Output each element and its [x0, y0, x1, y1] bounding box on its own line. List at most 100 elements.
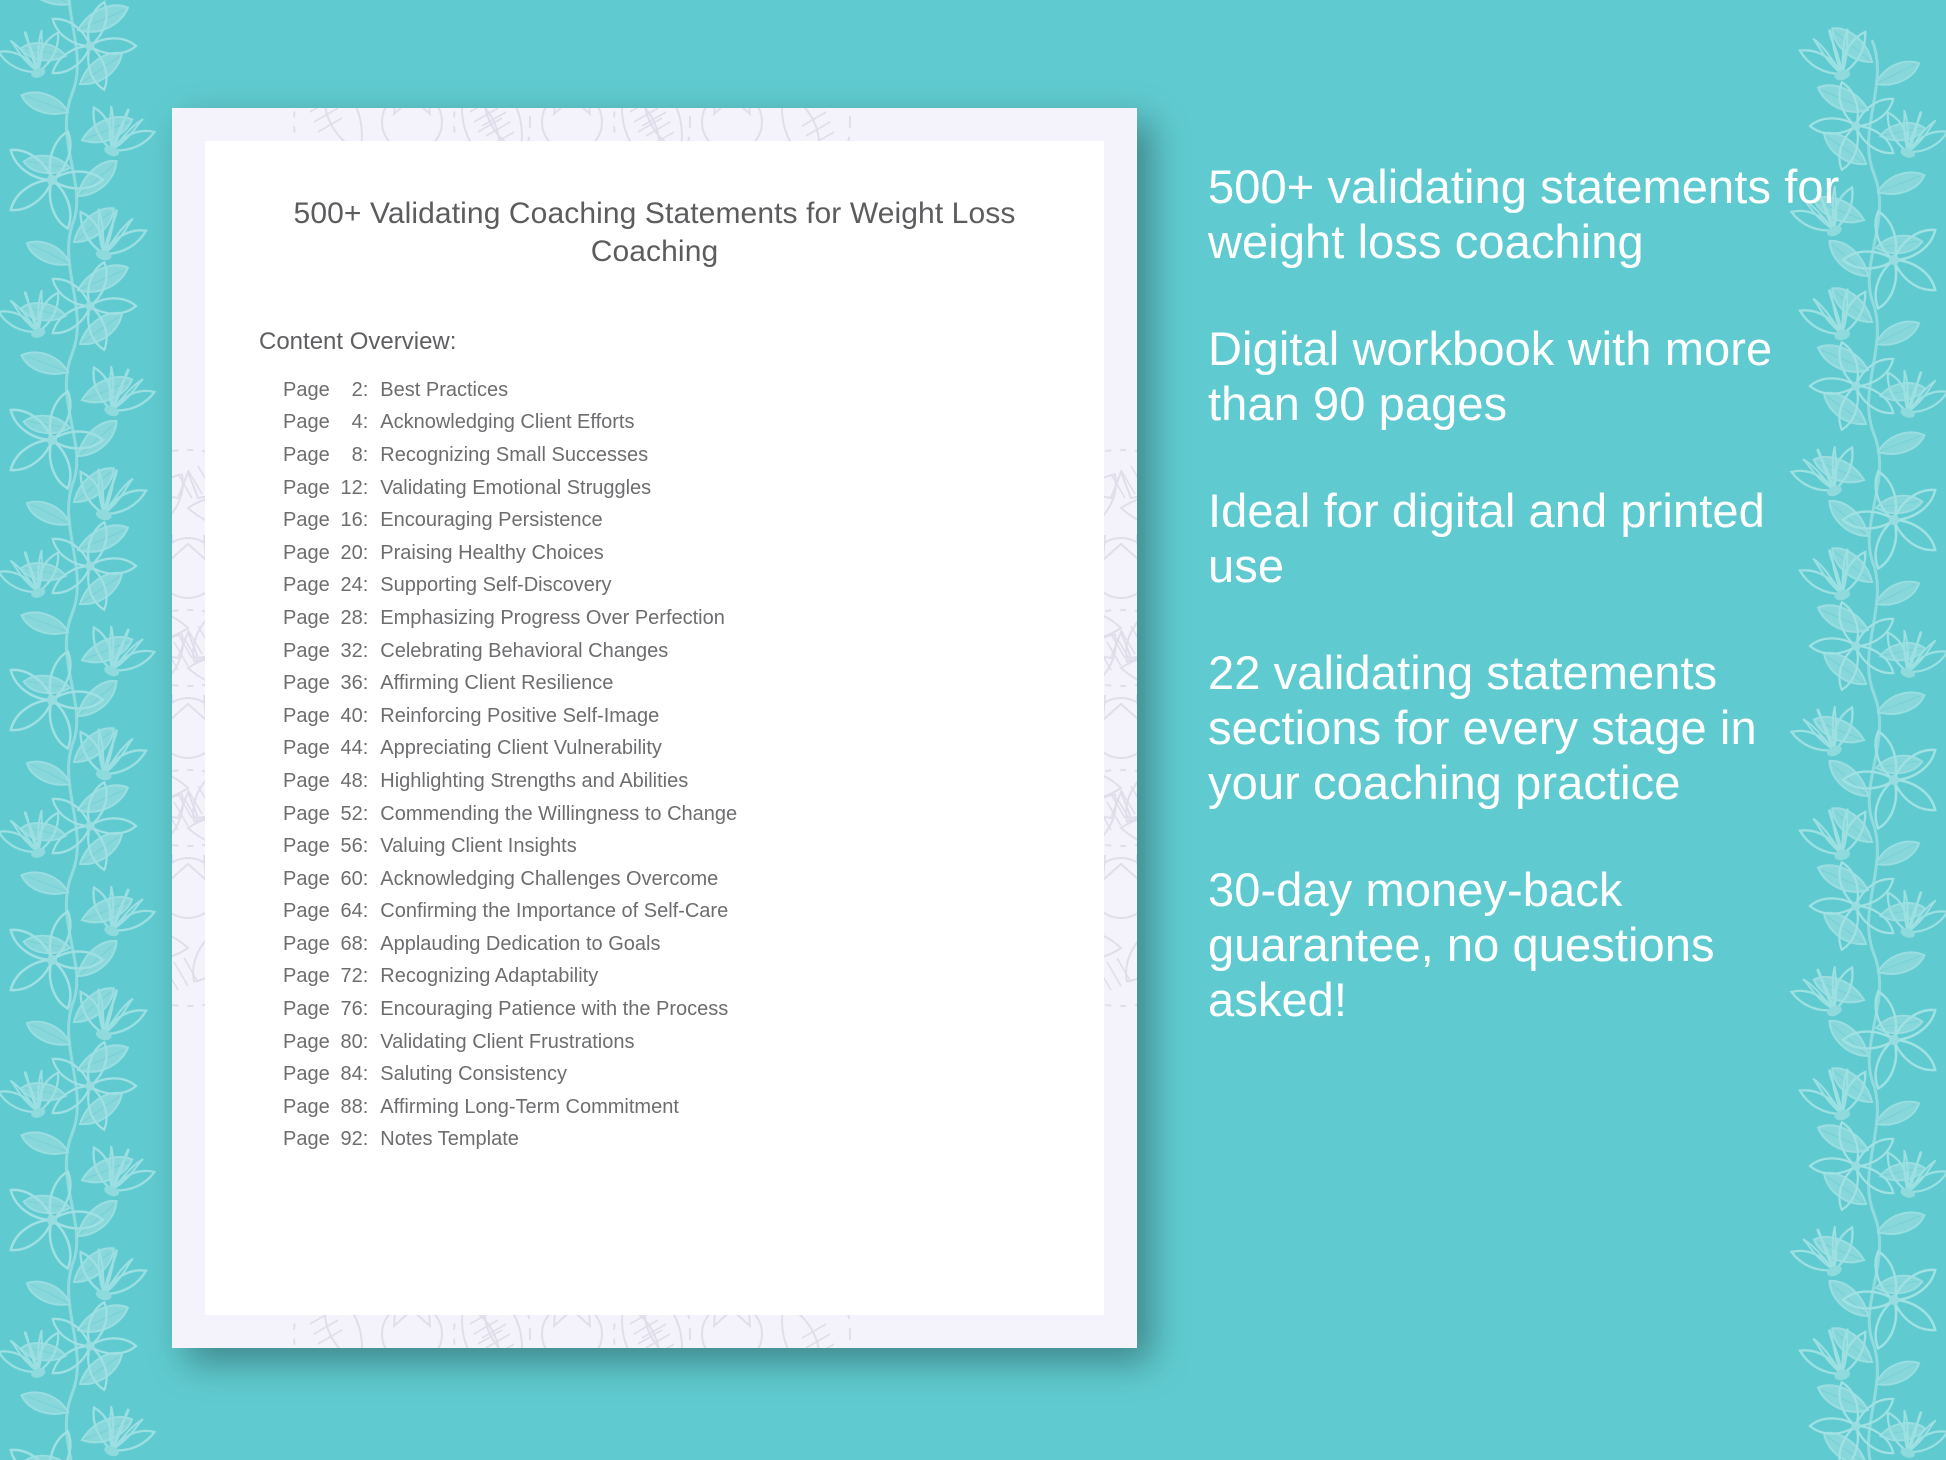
toc-colon: :	[362, 606, 369, 629]
toc-entry: Page 36: Affirming Client Resilience	[283, 673, 1104, 693]
toc-page-word: Page	[283, 1128, 330, 1151]
toc-colon: :	[362, 1030, 369, 1053]
toc-entry: Page 48: Highlighting Strengths and Abilit…	[283, 771, 1104, 791]
toc-entry-title: Praising Healthy Choices	[380, 541, 604, 564]
toc-page-word: Page	[283, 606, 330, 629]
toc-entry: Page 60: Acknowledging Challenges Overcome	[283, 869, 1104, 889]
marketing-bullet: Ideal for digital and printed use	[1208, 483, 1765, 592]
toc-colon: :	[362, 965, 369, 988]
toc-entry-title: Best Practices	[380, 378, 509, 401]
toc-entry-title: Highlighting Strengths and Abilities	[380, 769, 689, 792]
page-title: 500+ Validating Coaching Statements for …	[293, 197, 1016, 269]
toc-entry: Page 12: Validating Emotional Struggles	[283, 478, 1104, 498]
toc-entry-title: Saluting Consistency	[380, 1063, 568, 1086]
toc-page-number: 56	[340, 835, 363, 858]
toc-entry: Page 28: Emphasizing Progress Over Perfect…	[283, 608, 1104, 628]
toc-entry: Page 8: Recognizing Small Successes	[283, 445, 1104, 465]
toc-entry-title: Applauding Dedication to Goals	[380, 932, 661, 955]
toc-entry: Page 52: Commending the Willingness to Cha…	[283, 804, 1104, 824]
toc-colon: :	[362, 704, 369, 727]
toc-colon: :	[362, 509, 369, 532]
toc-colon: :	[362, 867, 369, 890]
toc-entry: Page 2: Best Practices	[283, 380, 1104, 400]
toc-entry-title: Commending the Willingness to Change	[380, 802, 738, 825]
toc-page-word: Page	[283, 737, 330, 760]
toc-colon: :	[362, 411, 369, 434]
toc-entry-title: Confirming the Importance of Self-Care	[380, 900, 729, 923]
toc-page-word: Page	[283, 867, 330, 890]
toc-page-number: 24	[340, 574, 363, 597]
toc-entry-title: Emphasizing Progress Over Perfection	[380, 606, 725, 629]
workbook-page-card: 500+ Validating Coaching Statements for …	[172, 108, 1137, 1348]
toc-page-number: 72	[340, 965, 363, 988]
toc-page-word: Page	[283, 1095, 330, 1118]
toc-page-number: 52	[340, 802, 363, 825]
toc-entry: Page 92: Notes Template	[283, 1129, 1104, 1149]
toc-page-word: Page	[283, 900, 330, 923]
toc-page-number: 84	[340, 1063, 363, 1086]
toc-entry: Page 32: Celebrating Behavioral Changes	[283, 641, 1104, 661]
toc-entry: Page 76: Encouraging Patience with the Pro…	[283, 999, 1104, 1019]
toc-colon: :	[362, 1095, 369, 1118]
toc-page-word: Page	[283, 411, 330, 434]
toc-entry: Page 44: Appreciating Client Vulnerability	[283, 738, 1104, 758]
toc-page-number: 36	[340, 672, 363, 695]
toc-entry: Page 68: Applauding Dedication to Goals	[283, 934, 1104, 954]
toc-entry-title: Valuing Client Insights	[380, 835, 577, 858]
marketing-bullet: 30-day money-back guarantee, no question…	[1208, 862, 1715, 1026]
toc-entry-title: Recognizing Adaptability	[380, 965, 599, 988]
toc-page-number: 88	[340, 1095, 363, 1118]
toc-entry-title: Celebrating Behavioral Changes	[380, 639, 669, 662]
toc-colon: :	[362, 574, 369, 597]
toc-colon: :	[362, 378, 369, 401]
toc-entry-title: Encouraging Persistence	[380, 509, 603, 532]
content-overview-label: Content Overview:	[259, 327, 457, 355]
toc-page-word: Page	[283, 932, 330, 955]
toc-entry-title: Validating Emotional Struggles	[380, 476, 652, 499]
toc-page-word: Page	[283, 704, 330, 727]
toc-entry: Page 80: Validating Client Frustrations	[283, 1032, 1104, 1052]
toc-entry-title: Appreciating Client Vulnerability	[380, 737, 662, 760]
toc-entry-title: Supporting Self-Discovery	[380, 574, 612, 597]
toc-entry-title: Acknowledging Challenges Overcome	[380, 867, 719, 890]
toc-page-word: Page	[283, 965, 330, 988]
toc-page-number: 16	[340, 509, 363, 532]
toc-entry: Page 40: Reinforcing Positive Self-Image	[283, 706, 1104, 726]
toc-page-word: Page	[283, 574, 330, 597]
toc-entry: Page 16: Encouraging Persistence	[283, 510, 1104, 530]
toc-entry: Page 20: Praising Healthy Choices	[283, 543, 1104, 563]
toc-entry-title: Encouraging Patience with the Process	[380, 998, 729, 1021]
toc-page-word: Page	[283, 998, 330, 1021]
marketing-bullet: Digital workbook with more than 90 pages	[1208, 321, 1773, 430]
marketing-copy-column: 500+ validating statements for weight lo…	[1208, 160, 1848, 1028]
toc-entry-title: Reinforcing Positive Self-Image	[380, 704, 660, 727]
toc-entry: Page 72: Recognizing Adaptability	[283, 966, 1104, 986]
toc-colon: :	[362, 1128, 369, 1151]
toc-page-word: Page	[283, 509, 330, 532]
toc-page-number: 68	[340, 932, 363, 955]
toc-page-number: 32	[340, 639, 363, 662]
toc-colon: :	[362, 639, 369, 662]
toc-page-word: Page	[283, 378, 330, 401]
toc-page-word: Page	[283, 672, 330, 695]
toc-page-number: 4	[351, 411, 363, 434]
toc-entry-title: Validating Client Frustrations	[380, 1030, 635, 1053]
toc-entry: Page 64: Confirming the Importance of Self…	[283, 901, 1104, 921]
toc-page-number: 20	[340, 541, 363, 564]
toc-colon: :	[362, 476, 369, 499]
toc-page-word: Page	[283, 769, 330, 792]
toc-entry: Page 24: Supporting Self-Discovery	[283, 575, 1104, 595]
toc-colon: :	[362, 802, 369, 825]
toc-page-word: Page	[283, 476, 330, 499]
toc-page-number: 64	[340, 900, 363, 923]
toc-colon: :	[362, 541, 369, 564]
toc-page-word: Page	[283, 639, 330, 662]
toc-page-number: 8	[351, 443, 363, 466]
toc-entry-title: Notes Template	[380, 1128, 519, 1151]
toc-page-word: Page	[283, 443, 330, 466]
toc-entry-title: Affirming Long-Term Commitment	[380, 1095, 679, 1118]
toc-entry-title: Acknowledging Client Efforts	[380, 411, 635, 434]
toc-page-number: 44	[340, 737, 363, 760]
toc-page-word: Page	[283, 802, 330, 825]
table-of-contents: Page 2: Best Practices Page 4: Acknowledging …	[205, 356, 1104, 1150]
